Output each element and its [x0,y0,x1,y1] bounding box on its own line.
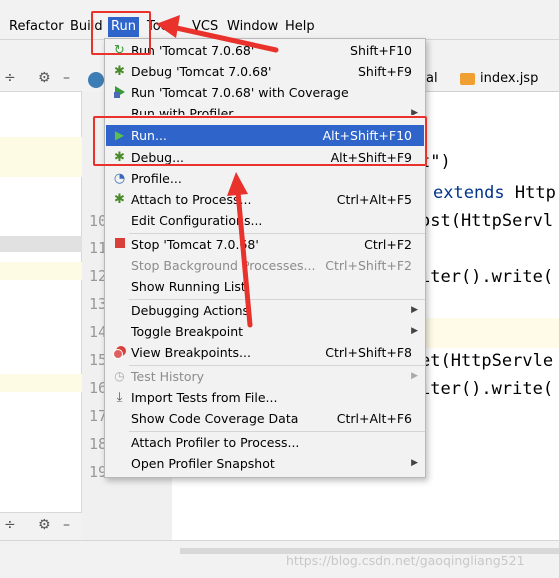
arrowhead-icon [156,15,180,38]
annotation-arrows [156,15,279,328]
arrow-to-run-debug [235,189,253,328]
arrowhead-icon [227,172,248,196]
arrow-to-run-menu [169,24,279,53]
